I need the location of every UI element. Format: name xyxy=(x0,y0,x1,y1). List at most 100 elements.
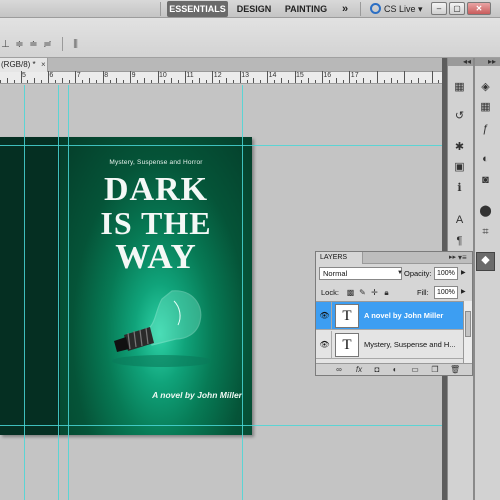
ruler-tick xyxy=(356,80,358,83)
swatch-grid-icon[interactable]: ▦ xyxy=(478,100,493,115)
cs-live-menu[interactable]: CS Live ▾ xyxy=(370,1,423,17)
blend-mode-select[interactable]: Normal ▼ xyxy=(319,267,403,280)
layer-row[interactable]: 👁︎ T A novel by John Miller xyxy=(316,302,463,330)
panel-menu-icon[interactable]: ▾≡ xyxy=(458,252,467,264)
horizontal-guide[interactable] xyxy=(0,425,442,426)
ruler-tick xyxy=(376,71,378,83)
layer-row[interactable]: 👁︎ T Mystery, Suspense and H... xyxy=(316,331,463,359)
vertical-guide[interactable] xyxy=(58,85,59,500)
distribute-horizontal-icon[interactable]: ⫼ xyxy=(70,39,81,50)
lock-transparent-pixels-icon[interactable]: ▩ xyxy=(346,288,355,297)
add-mask-icon[interactable]: ◘ xyxy=(372,365,382,375)
opacity-label: Opacity: xyxy=(404,269,432,278)
adjustments-icon[interactable]: ◐ xyxy=(478,152,493,167)
ruler-tick xyxy=(411,80,412,83)
ruler-number: 12 xyxy=(213,72,222,79)
ruler-tick xyxy=(150,80,152,83)
history-icon[interactable]: ↺ xyxy=(452,109,467,124)
ruler-tick xyxy=(253,78,255,83)
layer-name[interactable]: Mystery, Suspense and H... xyxy=(364,340,456,349)
ruler-tick xyxy=(27,80,29,83)
layer-list-scrollbar[interactable] xyxy=(463,301,472,363)
ruler-number: 15 xyxy=(296,72,304,79)
minimize-button[interactable]: – xyxy=(431,2,447,15)
cover-title-line-1: DARK xyxy=(103,171,209,208)
layers-panel-footer: ∞ fx ◘ ◐ ▭ ❐ 🗑︎ xyxy=(316,363,472,375)
vertical-guide[interactable] xyxy=(68,85,69,500)
layer-name[interactable]: A novel by John Miller xyxy=(364,311,443,320)
scrollbar-thumb[interactable] xyxy=(465,311,471,337)
workspace-essentials-button[interactable]: ESSENTIALS xyxy=(167,1,228,17)
layers-panel-icon[interactable]: ◆ xyxy=(476,252,495,271)
ruler-tick xyxy=(315,80,317,83)
ruler-tick xyxy=(335,78,337,83)
navigator-icon[interactable]: ▣ xyxy=(452,160,467,175)
close-window-button[interactable]: ✕ xyxy=(467,2,491,15)
layers-tab[interactable]: LAYERS xyxy=(316,252,363,264)
ruler-tick xyxy=(143,78,145,83)
new-layer-icon[interactable]: ❐ xyxy=(430,365,440,375)
ruler-tick xyxy=(417,78,419,83)
opacity-slider-arrow-icon[interactable]: ▶ xyxy=(461,269,466,276)
distribute-top-icon[interactable]: ≑ xyxy=(14,39,25,50)
distribute-bottom-icon[interactable]: ≓ xyxy=(42,39,53,50)
eye-icon[interactable]: 👁︎ xyxy=(318,331,332,359)
color-icon[interactable]: ◈ xyxy=(478,80,493,95)
masks-icon[interactable]: ◙ xyxy=(478,173,493,188)
ruler-tick xyxy=(178,80,180,83)
ruler-number: 7 xyxy=(76,72,81,79)
lock-image-pixels-icon[interactable]: ✎ xyxy=(358,288,367,297)
swatches-icon[interactable]: ✱ xyxy=(452,140,467,155)
link-layers-icon[interactable]: ∞ xyxy=(334,365,344,375)
ruler-tick xyxy=(198,78,200,83)
options-bar: ⊥ ≑ ≐ ≓ ⫼ xyxy=(0,18,500,58)
maximize-button[interactable]: ▢ xyxy=(449,2,465,15)
text-layer-thumbnail: T xyxy=(335,304,359,328)
lock-position-icon[interactable]: ✛ xyxy=(370,288,379,297)
workspace-painting-button[interactable]: PAINTING xyxy=(282,1,330,17)
character-icon[interactable]: A xyxy=(452,213,467,228)
ruler-tick xyxy=(191,80,193,83)
info-icon[interactable]: ℹ xyxy=(452,181,467,196)
fill-slider-arrow-icon[interactable]: ▶ xyxy=(461,288,466,295)
separator xyxy=(360,2,361,16)
collapse-dock-icon[interactable]: ◂◂ xyxy=(463,58,471,66)
eye-icon[interactable]: 👁︎ xyxy=(318,302,332,330)
cover-subtitle: Mystery, Suspense and Horror xyxy=(109,159,203,166)
expand-dock-icon[interactable]: ▸▸ xyxy=(488,58,496,66)
cover-spine xyxy=(0,137,60,435)
more-workspaces-button[interactable]: » xyxy=(337,1,353,17)
opacity-input[interactable]: 100% xyxy=(434,267,458,280)
adjustment-layer-icon[interactable]: ◐ xyxy=(390,365,400,375)
ruler-number: 17 xyxy=(350,72,359,79)
ruler-tick xyxy=(164,80,166,83)
transform-icon[interactable]: ⌗ xyxy=(478,225,493,240)
ruler-tick xyxy=(431,71,433,83)
vertical-guide[interactable] xyxy=(24,85,25,500)
ruler-tick xyxy=(308,78,310,83)
layer-style-icon[interactable]: fx xyxy=(354,365,364,375)
new-group-icon[interactable]: ▭ xyxy=(410,365,420,375)
styles-icon[interactable]: ƒ xyxy=(478,122,493,137)
delete-layer-icon[interactable]: 🗑︎ xyxy=(450,365,460,375)
ruler-tick xyxy=(424,80,426,83)
fill-input[interactable]: 100% xyxy=(434,286,458,299)
horizontal-guide[interactable] xyxy=(0,145,442,146)
horizontal-ruler: 5 6 7 8 9 10 11 12 13 14 15 16 17 xyxy=(0,71,442,84)
close-document-icon[interactable]: × xyxy=(41,58,46,72)
vertical-guide[interactable] xyxy=(242,85,243,500)
ruler-tick xyxy=(260,80,262,83)
paragraph-icon[interactable]: ¶ xyxy=(452,234,467,249)
mini-bridge-icon[interactable]: ▦ xyxy=(452,80,467,95)
ruler-number: 9 xyxy=(131,72,136,79)
3d-icon[interactable]: ⬤ xyxy=(478,204,493,219)
cover-byline: A novel by John Miller xyxy=(152,390,242,400)
workspace-design-button[interactable]: DESIGN xyxy=(234,1,274,17)
ruler-tick xyxy=(397,80,399,83)
collapse-panel-icon[interactable]: ▸▸ xyxy=(449,252,456,264)
ruler-tick xyxy=(41,80,43,83)
align-bottom-icon[interactable]: ⊥ xyxy=(0,39,11,50)
ruler-tick xyxy=(287,80,289,83)
lock-all-icon[interactable]: 🔒︎ xyxy=(382,288,391,297)
distribute-center-icon[interactable]: ≐ xyxy=(28,39,39,50)
